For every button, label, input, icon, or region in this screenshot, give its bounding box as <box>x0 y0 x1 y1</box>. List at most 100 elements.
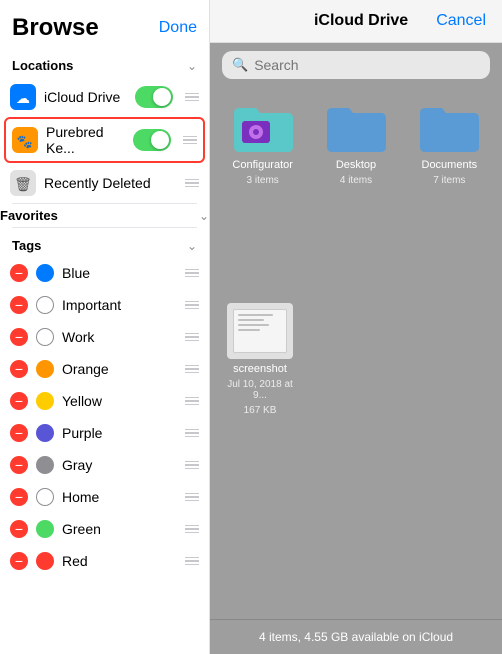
tag-drag-handle <box>185 429 199 438</box>
file-meta-documents: 7 items <box>433 175 465 186</box>
locations-header: Locations ⌄ <box>0 48 209 77</box>
tag-label: Important <box>62 297 173 313</box>
tag-label: Green <box>62 521 173 537</box>
tag-remove-button[interactable]: − <box>10 488 28 506</box>
file-item-documents[interactable]: Documents 7 items <box>409 99 490 291</box>
tag-drag-handle <box>185 525 199 534</box>
file-item-configurator[interactable]: Configurator 3 items <box>222 99 303 291</box>
tag-remove-button[interactable]: − <box>10 424 28 442</box>
screenshot-area: screenshot Jul 10, 2018 at 9... 167 KB <box>210 303 502 428</box>
tags-title: Tags <box>12 238 41 253</box>
tag-label: Work <box>62 329 173 345</box>
icloud-drive-item[interactable]: ☁ iCloud Drive <box>0 77 209 117</box>
folder-icon-configurator <box>230 99 296 155</box>
tag-label: Purple <box>62 425 173 441</box>
tag-drag-handle <box>185 397 199 406</box>
favorites-title: Favorites <box>0 208 58 223</box>
icloud-drive-title: iCloud Drive <box>286 12 436 30</box>
left-header: Browse Done <box>0 0 209 48</box>
screenshot-thumbnail <box>227 303 293 359</box>
tag-item[interactable]: − Gray <box>0 449 209 481</box>
tag-item[interactable]: − Important <box>0 289 209 321</box>
tag-remove-button[interactable]: − <box>10 392 28 410</box>
tag-color-dot <box>36 424 54 442</box>
tag-color-dot <box>36 520 54 538</box>
tag-remove-button[interactable]: − <box>10 520 28 538</box>
tag-drag-handle <box>185 333 199 342</box>
tag-remove-button[interactable]: − <box>10 456 28 474</box>
tag-remove-button[interactable]: − <box>10 264 28 282</box>
right-panel: iCloud Drive Cancel 🔍 Configurator 3 ite… <box>210 0 502 654</box>
tag-item[interactable]: − Red <box>0 545 209 577</box>
file-item-desktop[interactable]: Desktop 4 items <box>315 99 396 291</box>
tag-drag-handle <box>185 557 199 566</box>
tag-remove-button[interactable]: − <box>10 360 28 378</box>
status-bar: 4 items, 4.55 GB available on iCloud <box>210 619 502 654</box>
icloud-toggle[interactable] <box>135 86 173 108</box>
tag-label: Red <box>62 553 173 569</box>
screenshot-name: screenshot <box>233 363 287 375</box>
tag-item[interactable]: − Blue <box>0 257 209 289</box>
file-name-desktop: Desktop <box>336 159 376 171</box>
tag-item[interactable]: − Work <box>0 321 209 353</box>
folder-icon-desktop <box>323 99 389 155</box>
tag-color-dot <box>36 360 54 378</box>
left-panel: Browse Done Locations ⌄ ☁ iCloud Drive 🐾 <box>0 0 210 654</box>
tag-label: Orange <box>62 361 173 377</box>
folder-icon-documents <box>416 99 482 155</box>
tag-label: Gray <box>62 457 173 473</box>
purebred-label: Purebred Ke... <box>46 124 125 156</box>
done-button[interactable]: Done <box>159 19 197 37</box>
tag-item[interactable]: −Home <box>0 481 209 513</box>
deleted-drag-handle <box>185 179 199 188</box>
screenshot-meta: Jul 10, 2018 at 9... <box>222 379 298 401</box>
cancel-button[interactable]: Cancel <box>436 12 486 30</box>
svg-text:☁: ☁ <box>16 90 30 106</box>
search-bar[interactable]: 🔍 <box>222 51 490 79</box>
tag-remove-button[interactable]: − <box>10 552 28 570</box>
tag-item[interactable]: − Purple <box>0 417 209 449</box>
files-grid: Configurator 3 items Desktop 4 items Doc… <box>210 87 502 303</box>
tags-list: −Blue−Important−Work−Orange−Yellow−Purpl… <box>0 257 209 577</box>
purebred-icon: 🐾 <box>12 127 38 153</box>
tag-item[interactable]: −Yellow <box>0 385 209 417</box>
tag-color-dot <box>36 488 54 506</box>
trash-icon: 🗑 <box>10 170 36 196</box>
icloud-label: iCloud Drive <box>44 89 127 105</box>
icloud-icon: ☁ <box>10 84 36 110</box>
purebred-drag-handle <box>183 136 197 145</box>
file-name-configurator: Configurator <box>232 159 293 171</box>
screenshot-item[interactable]: screenshot Jul 10, 2018 at 9... 167 KB <box>222 303 298 416</box>
search-input[interactable] <box>254 57 480 73</box>
tags-chevron-icon: ⌄ <box>187 239 197 253</box>
locations-title: Locations <box>12 58 73 73</box>
tag-remove-button[interactable]: − <box>10 296 28 314</box>
tag-item[interactable]: − Orange <box>0 353 209 385</box>
favorites-header: Favorites ⌄ <box>0 204 209 227</box>
tag-drag-handle <box>185 269 199 278</box>
svg-text:🐾: 🐾 <box>17 134 33 149</box>
tag-drag-handle <box>185 493 199 502</box>
tag-drag-handle <box>185 461 199 470</box>
status-text: 4 items, 4.55 GB available on iCloud <box>259 630 453 644</box>
locations-chevron-icon: ⌄ <box>187 59 197 73</box>
purebred-toggle[interactable] <box>133 129 171 151</box>
screenshot-size: 167 KB <box>244 405 277 416</box>
purebred-item[interactable]: 🐾 Purebred Ke... <box>4 117 205 163</box>
tag-label: Blue <box>62 265 173 281</box>
favorites-chevron-icon: ⌄ <box>199 209 209 223</box>
tags-header: Tags ⌄ <box>0 228 209 257</box>
tag-item[interactable]: − Green <box>0 513 209 545</box>
recently-deleted-label: Recently Deleted <box>44 175 173 191</box>
tag-drag-handle <box>185 365 199 374</box>
recently-deleted-item[interactable]: 🗑 Recently Deleted <box>0 163 209 203</box>
search-icon: 🔍 <box>232 57 248 73</box>
tag-color-dot <box>36 328 54 346</box>
tag-color-dot <box>36 264 54 282</box>
tag-remove-button[interactable]: − <box>10 328 28 346</box>
tag-color-dot <box>36 456 54 474</box>
file-meta-desktop: 4 items <box>340 175 372 186</box>
browse-title: Browse <box>12 14 99 42</box>
file-meta-configurator: 3 items <box>247 175 279 186</box>
file-name-documents: Documents <box>422 159 478 171</box>
